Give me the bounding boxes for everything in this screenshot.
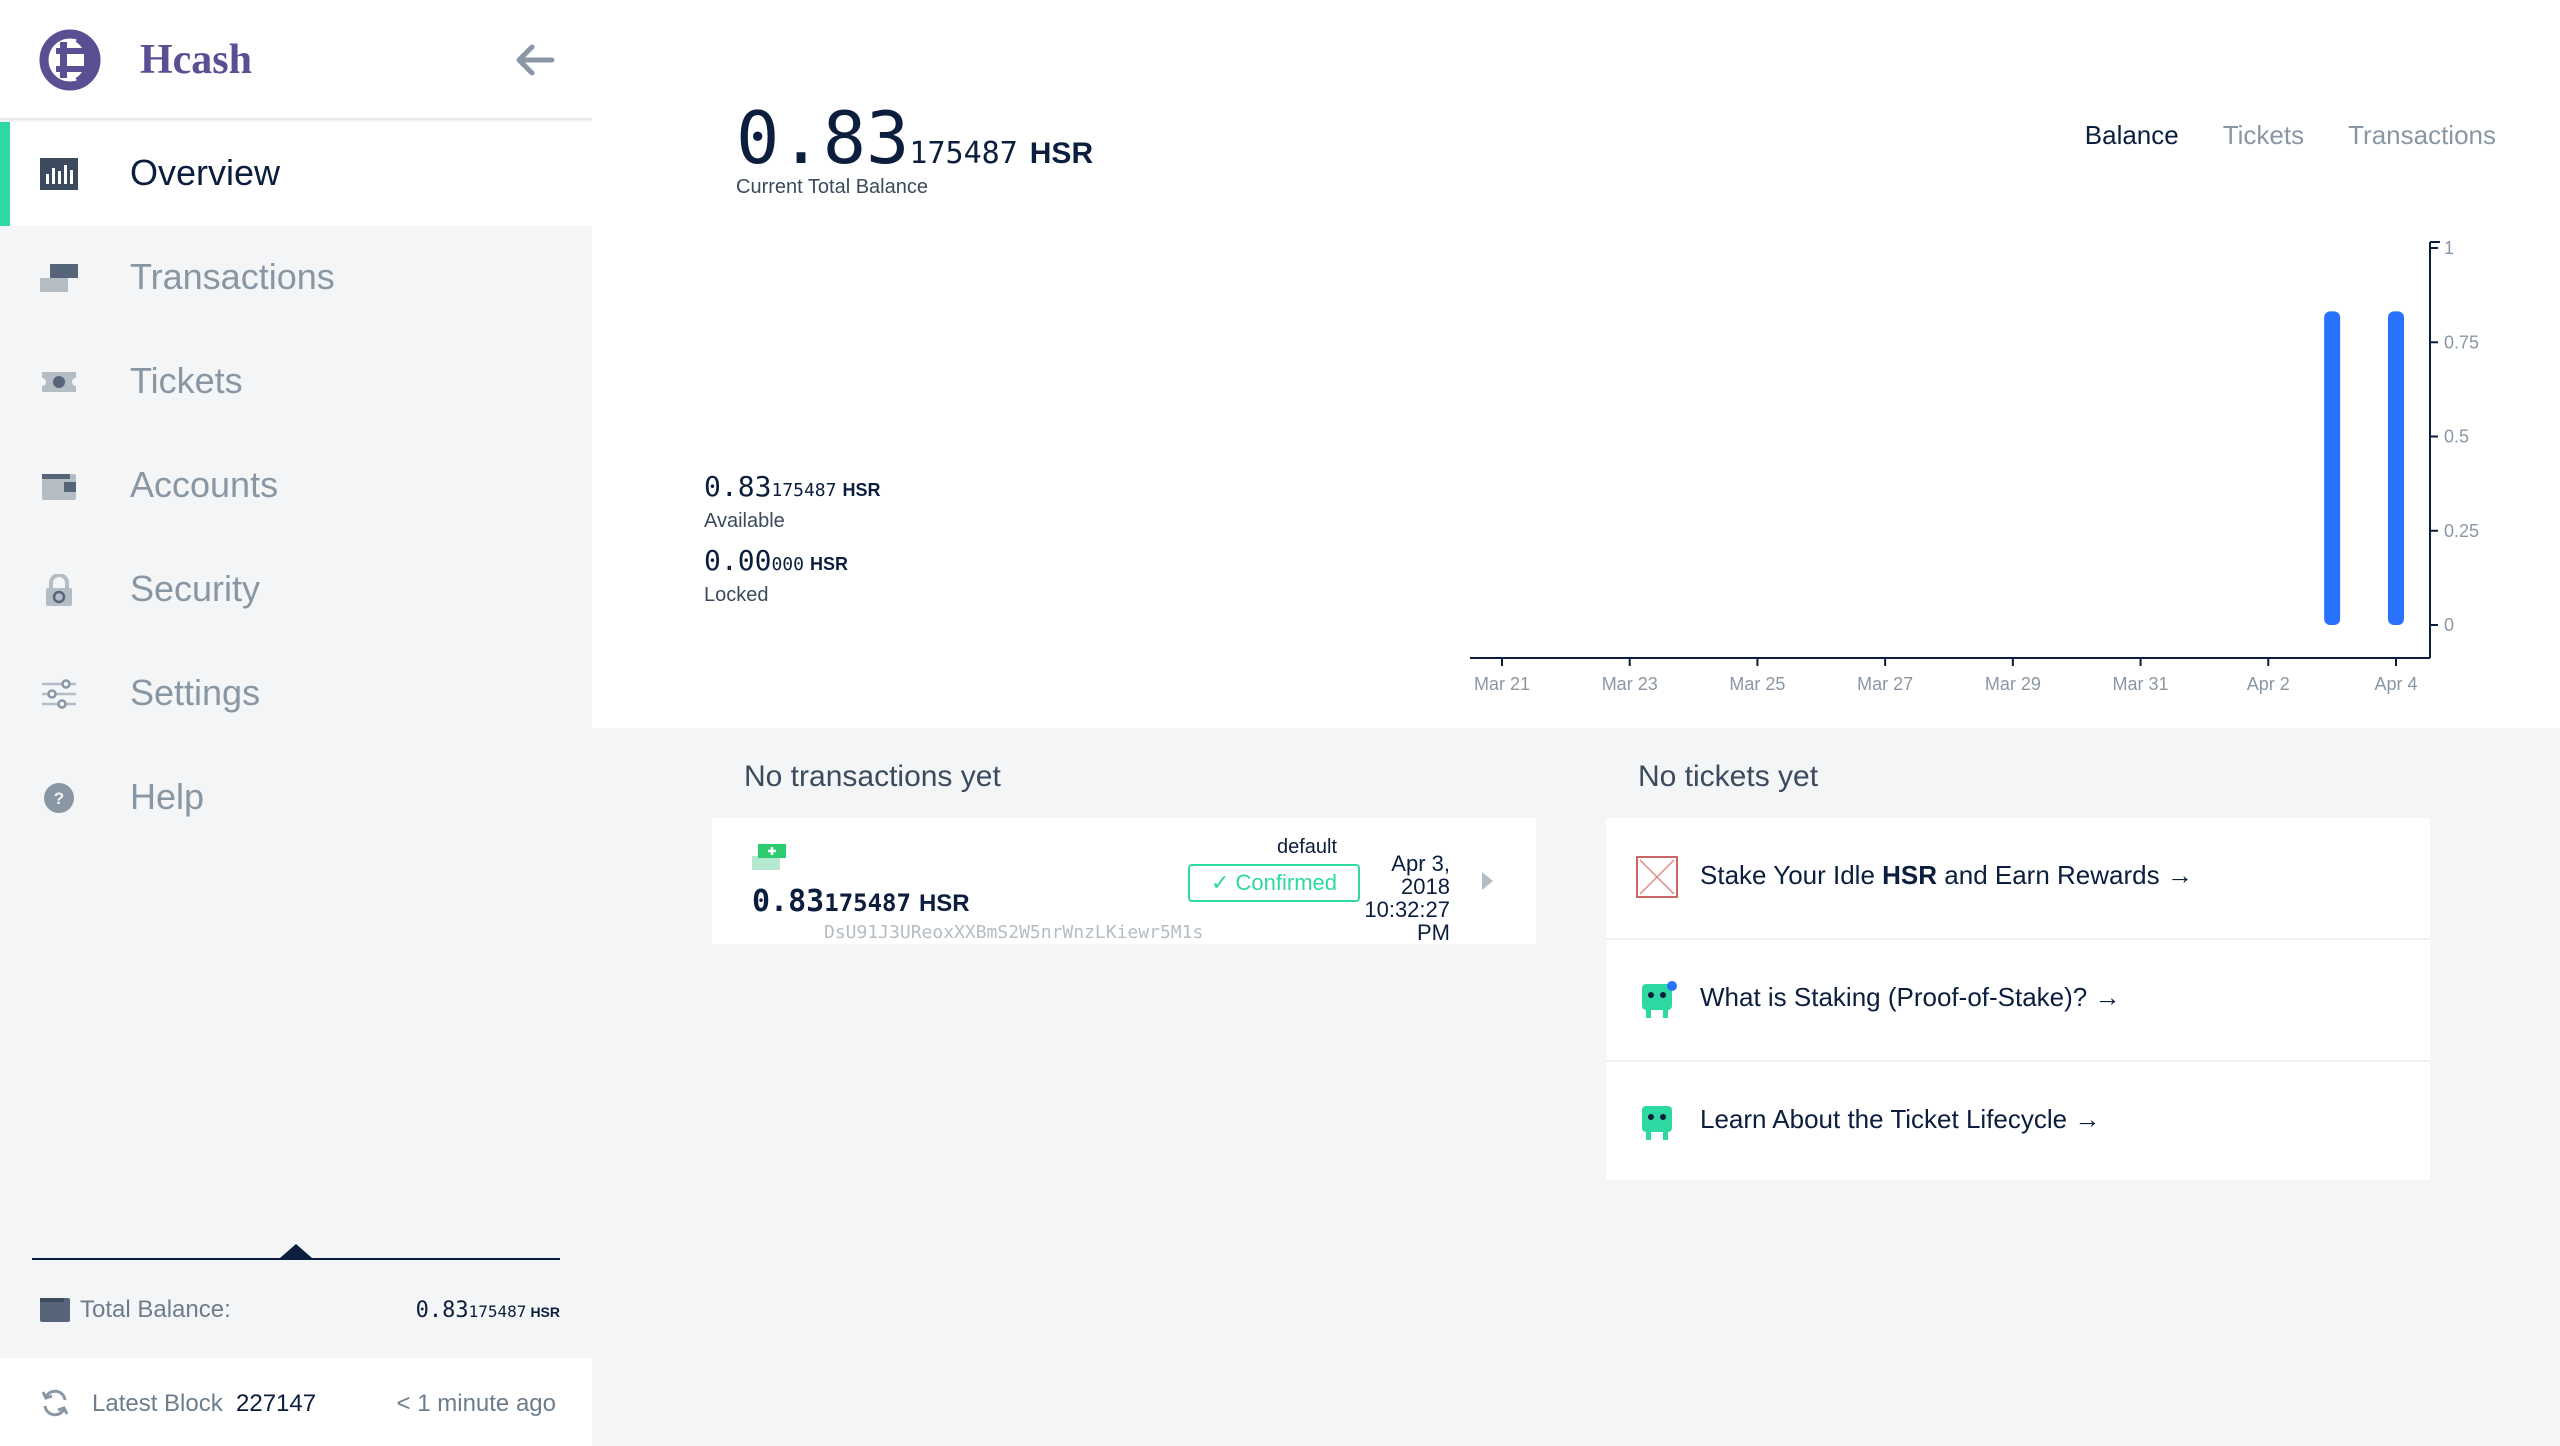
available-label: Available [704, 510, 785, 532]
sidebar: Hcash Overview Transactions Tickets Acco… [0, 0, 592, 1446]
sidebar-item-settings[interactable]: Settings [0, 642, 592, 746]
transactions-icon [40, 264, 78, 292]
tickets-links: Stake Your Idle HSR and Earn Rewards → W… [1606, 818, 2430, 1180]
what-is-staking-text: What is Staking (Proof-of-Stake)? → [1700, 982, 2121, 1012]
x-tick-label: Apr 4 [2374, 674, 2417, 694]
activity-panel: No transactions yet 0.83175487 HSR DsU91J… [592, 728, 2560, 1446]
sidebar-item-label: Help [130, 776, 205, 817]
x-tick-label: Mar 29 [1985, 674, 2041, 694]
sidebar-item-label: Tickets [130, 360, 243, 401]
locked-label: Locked [704, 584, 769, 606]
sidebar-divider [32, 1258, 560, 1260]
sidebar-item-label: Security [130, 568, 261, 609]
ticket-mascot-icon [1642, 981, 1677, 1018]
transaction-date: Apr 3, 2018 10:32:27 PM [1364, 851, 1450, 945]
total-balance-label: Total Balance: [80, 1296, 231, 1323]
balance-panel: 0.83175487 HSR Current Total Balance Bala… [592, 0, 2560, 728]
y-tick-label: 1 [2444, 238, 2454, 258]
y-tick-label: 0.5 [2444, 427, 2469, 447]
balance-chart: Mar 21 Mar 23 Mar 25 Mar 27 Mar 29 Mar 31 Apr … [1470, 238, 2479, 694]
transaction-row[interactable]: 0.83175487 HSR DsU91J3UReoxXXBmS2W5nrWnzL… [712, 818, 1536, 944]
balance-bar [2388, 311, 2404, 625]
caret-up-icon[interactable] [280, 1244, 312, 1258]
main-content: 0.83175487 HSR Current Total Balance Bala… [592, 0, 2560, 1446]
sidebar-nav: Overview Transactions Tickets Accounts S… [0, 122, 592, 850]
collapse-sidebar-button[interactable] [510, 36, 558, 84]
tickets-icon [42, 372, 76, 392]
latest-block-label: Latest Block [92, 1390, 223, 1417]
lock-icon [46, 574, 72, 606]
wallet-icon [40, 1298, 70, 1322]
x-tick-label: Mar 23 [1602, 674, 1658, 694]
y-tick-label: 0.75 [2444, 332, 2479, 352]
tab-tickets[interactable]: Tickets [2223, 120, 2304, 151]
sidebar-item-tickets[interactable]: Tickets [0, 330, 592, 434]
sidebar-item-accounts[interactable]: Accounts [0, 434, 592, 538]
x-tick-label: Apr 2 [2247, 674, 2290, 694]
transaction-amount: 0.83175487 HSR [752, 884, 970, 919]
x-tick-label: Mar 27 [1857, 674, 1913, 694]
help-icon: ? [44, 783, 74, 813]
status-badge: ✓ Confirmed [1188, 864, 1360, 902]
sliders-icon [42, 679, 76, 709]
ticket-lifecycle-link[interactable]: Learn About the Ticket Lifecycle → [1606, 1062, 2430, 1180]
check-icon: ✓ [1210, 870, 1236, 895]
current-total-balance-label: Current Total Balance [736, 176, 928, 198]
balance-bar [2324, 311, 2341, 625]
x-tick-label: Mar 21 [1474, 674, 1530, 694]
sidebar-item-security[interactable]: Security [0, 538, 592, 642]
app-name: Hcash [140, 37, 253, 83]
ticket-lifecycle-text: Learn About the Ticket Lifecycle → [1700, 1104, 2101, 1134]
x-tick-label: Mar 31 [2113, 674, 2169, 694]
overview-icon [40, 158, 78, 190]
sidebar-item-label: Accounts [130, 464, 279, 505]
stake-idle-text: Stake Your Idle HSR and Earn Rewards → [1700, 860, 2193, 890]
tickets-section-title: No tickets yet [1638, 760, 1819, 793]
brand-header: Hcash [0, 0, 592, 120]
y-tick-label: 0.25 [2444, 521, 2479, 541]
total-balance-value: 0.83175487 HSR [415, 1298, 560, 1323]
available-balance: 0.83175487 HSR [704, 470, 881, 503]
current-total-balance: 0.83175487 HSR [736, 96, 1094, 180]
sidebar-item-transactions[interactable]: Transactions [0, 226, 592, 330]
sidebar-item-label: Overview [130, 152, 281, 193]
receive-transaction-icon [752, 844, 786, 870]
overview-tabs: Balance Tickets Transactions [2085, 120, 2496, 151]
sidebar-item-help[interactable]: ? Help [0, 746, 592, 850]
ticket-lifecycle-icon [1642, 1106, 1672, 1140]
sidebar-footer: Latest Block 227147 < 1 minute ago [0, 1358, 592, 1446]
sidebar-item-overview[interactable]: Overview [0, 122, 592, 226]
latest-block-time: < 1 minute ago [396, 1390, 556, 1417]
broken-image-icon [1636, 856, 1678, 898]
transactions-section-title: No transactions yet [744, 760, 1001, 793]
tab-transactions[interactable]: Transactions [2348, 120, 2496, 151]
svg-text:?: ? [54, 789, 64, 808]
locked-balance: 0.00000 HSR [704, 544, 848, 577]
chevron-right-icon [1482, 872, 1493, 890]
accounts-icon [42, 474, 76, 500]
hcash-logo-icon [39, 29, 101, 91]
x-tick-label: Mar 25 [1729, 674, 1785, 694]
sidebar-item-label: Transactions [130, 256, 335, 297]
transaction-address: DsU91J3UReoxXXBmS2W5nrWnzLKiewr5M1s [824, 922, 1204, 943]
y-tick-label: 0 [2444, 615, 2454, 635]
latest-block-value: 227147 [236, 1390, 317, 1417]
sidebar-item-label: Settings [130, 672, 261, 713]
tab-balance[interactable]: Balance [2085, 120, 2179, 151]
sync-icon[interactable] [40, 1388, 70, 1418]
stake-idle-link[interactable]: Stake Your Idle HSR and Earn Rewards → [1606, 818, 2430, 940]
what-is-staking-link[interactable]: What is Staking (Proof-of-Stake)? → [1606, 940, 2430, 1062]
